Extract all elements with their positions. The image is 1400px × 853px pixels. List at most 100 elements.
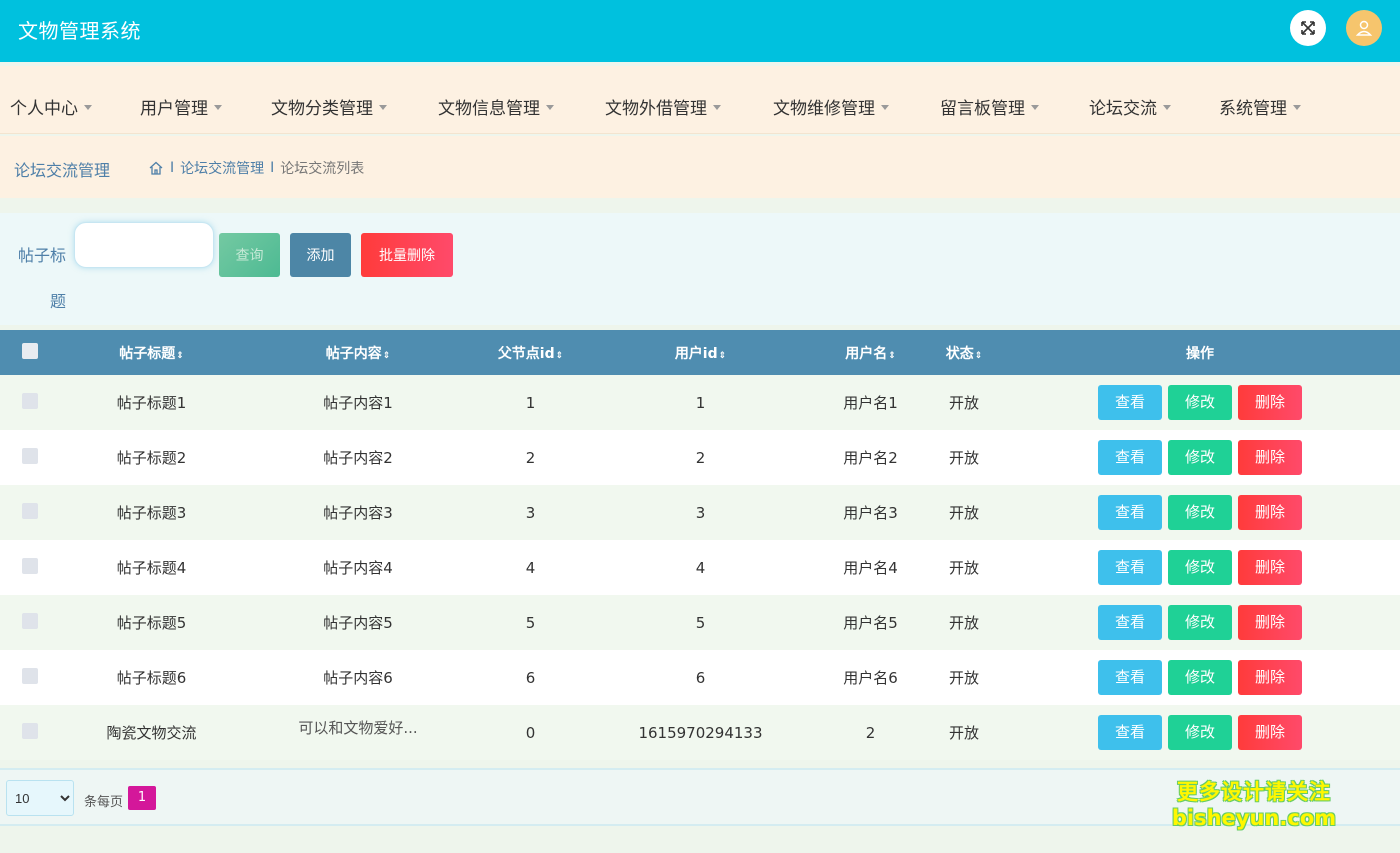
row-checkbox[interactable]	[22, 557, 38, 574]
menu-item-relic-repair[interactable]: 文物维修管理	[773, 94, 889, 119]
menu-item-relic-info[interactable]: 文物信息管理	[438, 94, 554, 119]
edit-button[interactable]: 修改	[1168, 605, 1232, 640]
sort-icon[interactable]: ⇕	[719, 351, 727, 361]
column-header-content[interactable]: 帖子内容⇕	[243, 330, 473, 375]
view-button[interactable]: 查看	[1098, 660, 1162, 695]
batch-delete-button[interactable]: 批量删除	[361, 233, 453, 277]
app-title: 文物管理系统	[18, 19, 141, 43]
search-panel: 帖子标题 查询 添加 批量删除	[0, 213, 1400, 325]
cell-username: 用户名2	[843, 449, 898, 467]
page-size-select[interactable]: 10	[6, 780, 74, 816]
menu-item-system[interactable]: 系统管理	[1219, 94, 1301, 119]
breadcrumb-bar: 论坛交流管理 I 论坛交流管理 I 论坛交流列表	[0, 136, 1400, 198]
edit-button[interactable]: 修改	[1168, 385, 1232, 420]
cell-username: 用户名3	[843, 504, 898, 522]
cell-actions: 查看 修改 删除	[1000, 650, 1400, 705]
page-number-current[interactable]: 1	[128, 786, 156, 810]
cell-status: 开放	[948, 559, 979, 577]
delete-button[interactable]: 删除	[1238, 495, 1302, 530]
delete-button[interactable]: 删除	[1238, 660, 1302, 695]
row-checkbox[interactable]	[22, 612, 38, 629]
cell-parent-id: 2	[525, 448, 536, 467]
row-checkbox[interactable]	[22, 447, 38, 464]
view-button[interactable]: 查看	[1098, 715, 1162, 750]
cell-title: 帖子标题2	[116, 449, 187, 467]
sort-icon[interactable]: ⇕	[383, 351, 391, 361]
select-all-checkbox[interactable]	[22, 342, 38, 359]
breadcrumb: I 论坛交流管理 I 论坛交流列表	[148, 158, 364, 178]
menu-item-users[interactable]: 用户管理	[140, 94, 222, 119]
watermark: 更多设计请关注 bisheyun.com	[1170, 776, 1338, 830]
cell-title: 帖子标题6	[116, 669, 187, 687]
view-button[interactable]: 查看	[1098, 605, 1162, 640]
breadcrumb-item[interactable]: 论坛交流管理	[180, 158, 264, 178]
view-button[interactable]: 查看	[1098, 495, 1162, 530]
cell-content: 帖子内容6	[323, 669, 393, 687]
cell-actions: 查看 修改 删除	[1000, 540, 1400, 595]
page-title: 论坛交流管理	[14, 161, 111, 180]
sort-icon[interactable]: ⇕	[975, 351, 983, 361]
menu-item-profile[interactable]: 个人中心	[10, 94, 92, 119]
cell-actions: 查看 修改 删除	[1000, 595, 1400, 650]
view-button[interactable]: 查看	[1098, 385, 1162, 420]
edit-button[interactable]: 修改	[1168, 440, 1232, 475]
column-header-user-id[interactable]: 用户id⇕	[588, 330, 813, 375]
cell-parent-id: 0	[525, 723, 536, 742]
cell-title: 帖子标题4	[116, 559, 187, 577]
watermark-line: 更多设计请关注	[1177, 780, 1331, 804]
caret-down-icon	[546, 104, 554, 110]
sort-icon[interactable]: ⇕	[556, 351, 564, 361]
table-row: 帖子标题6 帖子内容6 6 6 用户名6 开放 查看 修改 删除	[0, 650, 1400, 705]
edit-button[interactable]: 修改	[1168, 660, 1232, 695]
table-row: 帖子标题3 帖子内容3 3 3 用户名3 开放 查看 修改 删除	[0, 485, 1400, 540]
caret-down-icon	[1031, 104, 1039, 110]
row-checkbox[interactable]	[22, 667, 38, 684]
view-button[interactable]: 查看	[1098, 550, 1162, 585]
menu-item-relic-category[interactable]: 文物分类管理	[271, 94, 387, 119]
table-row: 陶瓷文物交流 可以和文物爱好... 0 1615970294133 2 开放 查…	[0, 705, 1400, 760]
column-header-title[interactable]: 帖子标题⇕	[60, 330, 243, 375]
menu-label: 个人中心	[10, 99, 78, 119]
cell-status: 开放	[948, 504, 979, 522]
cell-status: 开放	[948, 724, 979, 742]
column-header-parent-id[interactable]: 父节点id⇕	[473, 330, 588, 375]
menu-item-forum[interactable]: 论坛交流	[1089, 94, 1171, 119]
menu-label: 文物维修管理	[773, 99, 875, 119]
cell-username: 用户名4	[843, 559, 898, 577]
search-button[interactable]: 查询	[219, 233, 280, 277]
delete-button[interactable]: 删除	[1238, 605, 1302, 640]
row-checkbox[interactable]	[22, 722, 38, 739]
edit-button[interactable]: 修改	[1168, 550, 1232, 585]
add-button[interactable]: 添加	[290, 233, 351, 277]
edit-button[interactable]: 修改	[1168, 715, 1232, 750]
cell-parent-id: 5	[525, 613, 536, 632]
caret-down-icon	[1293, 104, 1301, 110]
select-all-cell	[0, 330, 60, 375]
search-label: 帖子标题	[17, 246, 66, 311]
sort-icon[interactable]: ⇕	[176, 351, 184, 361]
edit-button[interactable]: 修改	[1168, 495, 1232, 530]
avatar[interactable]	[1346, 10, 1382, 46]
row-checkbox[interactable]	[22, 392, 38, 409]
menu-item-relic-loan[interactable]: 文物外借管理	[605, 94, 721, 119]
column-header-username[interactable]: 用户名⇕	[813, 330, 928, 375]
cell-status: 开放	[948, 394, 979, 412]
menu-item-message-board[interactable]: 留言板管理	[940, 94, 1039, 119]
sort-icon[interactable]: ⇕	[888, 351, 896, 361]
fullscreen-button[interactable]	[1290, 10, 1326, 46]
fullscreen-icon	[1301, 21, 1315, 35]
row-checkbox[interactable]	[22, 502, 38, 519]
view-button[interactable]: 查看	[1098, 440, 1162, 475]
delete-button[interactable]: 删除	[1238, 440, 1302, 475]
cell-actions: 查看 修改 删除	[1000, 430, 1400, 485]
cell-parent-id: 3	[525, 503, 536, 522]
forum-table: 帖子标题⇕ 帖子内容⇕ 父节点id⇕ 用户id⇕ 用户名⇕ 状态⇕ 操作 帖子标…	[0, 330, 1400, 760]
home-icon[interactable]	[148, 160, 164, 176]
column-header-status[interactable]: 状态⇕	[928, 330, 1000, 375]
delete-button[interactable]: 删除	[1238, 385, 1302, 420]
delete-button[interactable]: 删除	[1238, 550, 1302, 585]
title-search-input[interactable]	[74, 222, 214, 268]
delete-button[interactable]: 删除	[1238, 715, 1302, 750]
table-row: 帖子标题5 帖子内容5 5 5 用户名5 开放 查看 修改 删除	[0, 595, 1400, 650]
cell-title: 陶瓷文物交流	[106, 724, 197, 742]
